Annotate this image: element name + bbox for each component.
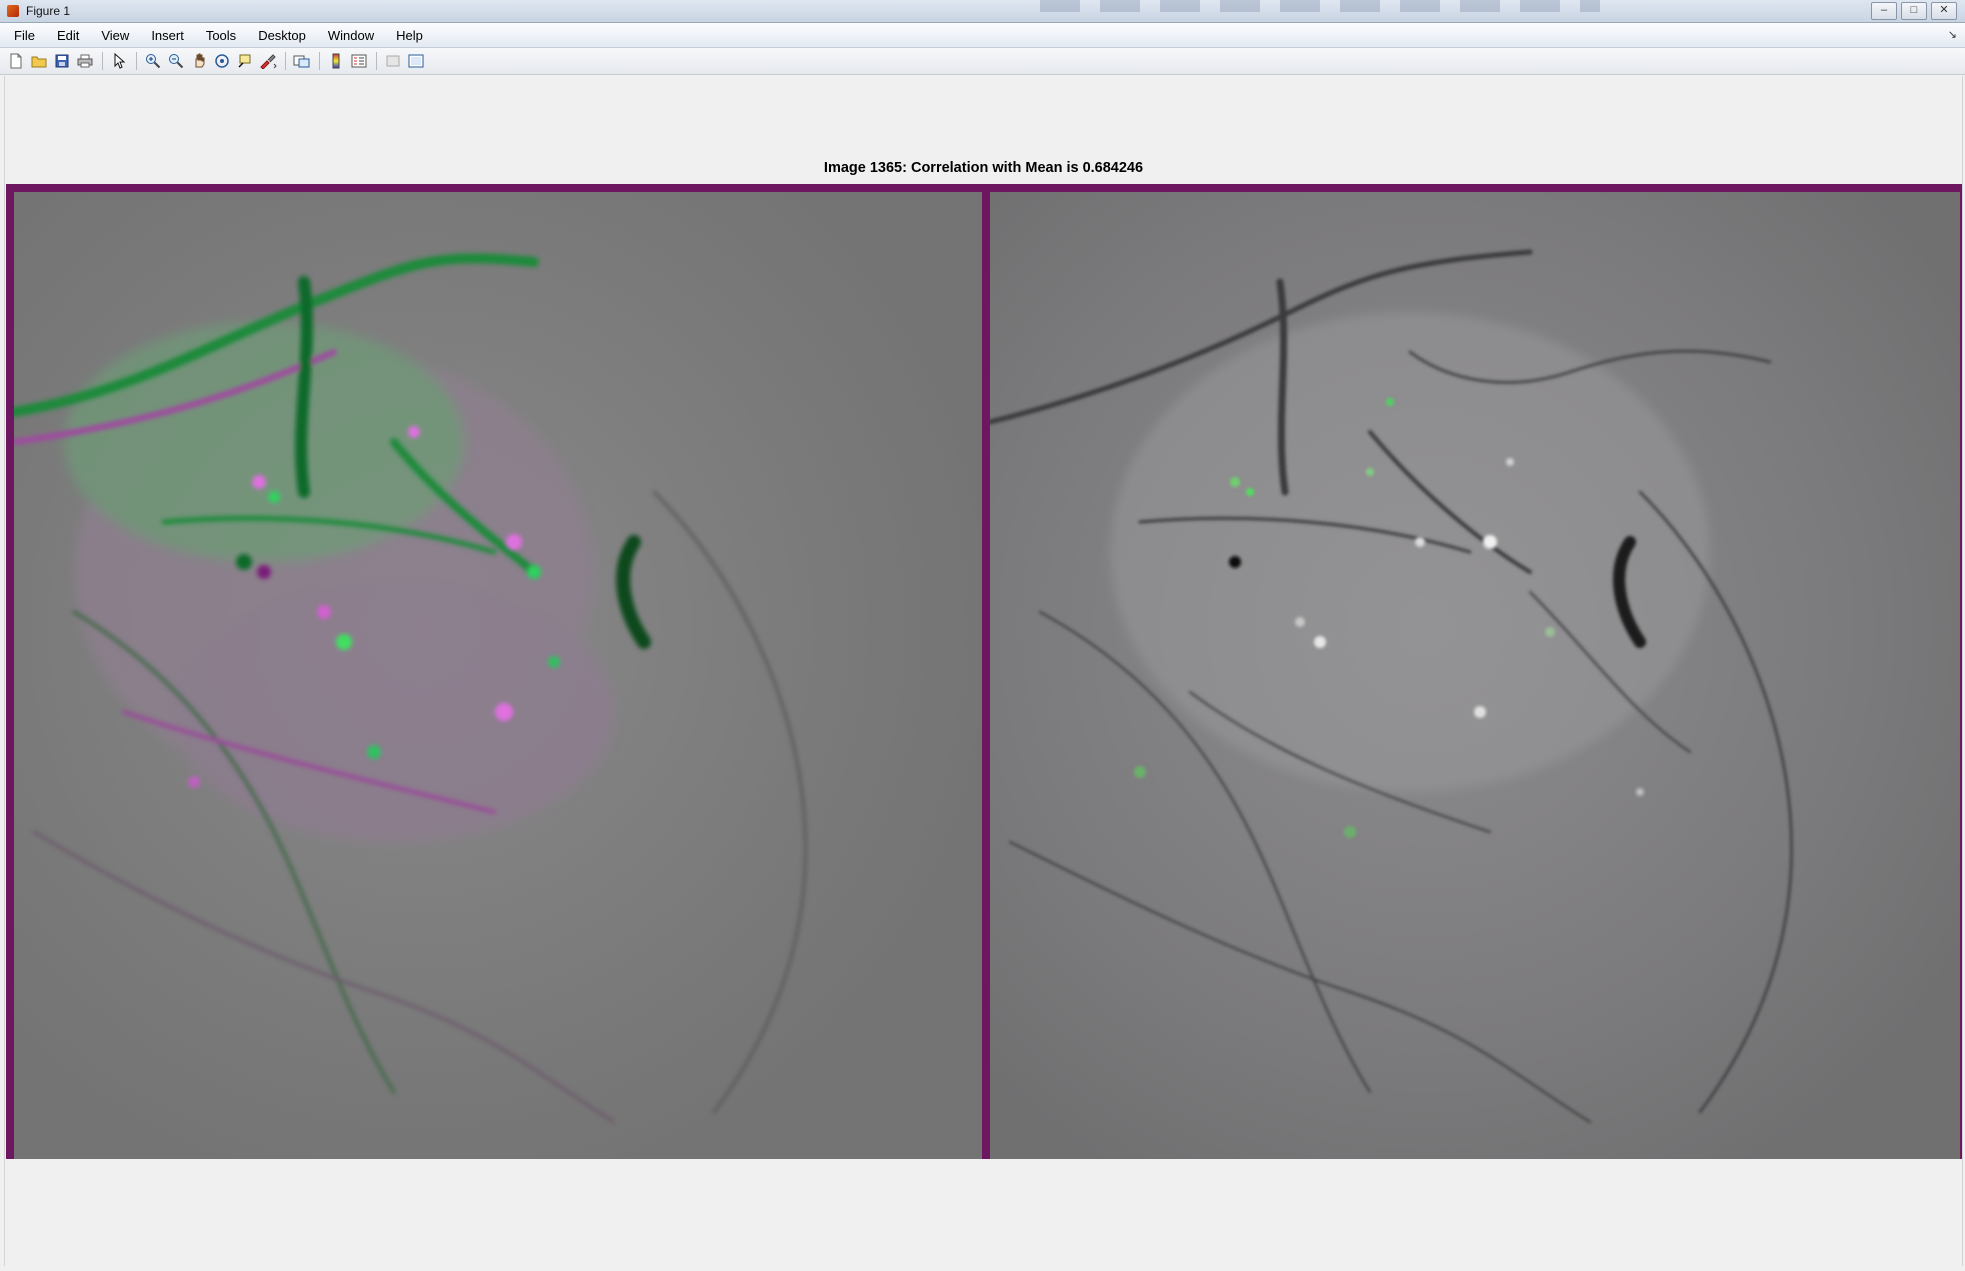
open-file-icon[interactable]	[29, 51, 49, 71]
menu-tools[interactable]: Tools	[194, 28, 246, 43]
menu-view[interactable]: View	[89, 28, 139, 43]
left-image-panel	[6, 184, 986, 1159]
figure-title: Image 1365: Correlation with Mean is 0.6…	[823, 160, 1144, 176]
right-image-panel	[982, 184, 1962, 1159]
menu-file[interactable]: File	[0, 28, 45, 43]
zoom-out-icon[interactable]	[166, 51, 186, 71]
minimize-button[interactable]: –	[1871, 2, 1897, 20]
edit-plot-icon[interactable]	[109, 51, 129, 71]
brush-icon[interactable]	[258, 51, 278, 71]
maximize-button[interactable]: □	[1901, 2, 1927, 20]
grayscale-image[interactable]	[990, 192, 1960, 1159]
data-cursor-icon[interactable]	[235, 51, 255, 71]
window-title: Figure 1	[26, 4, 71, 18]
figure-canvas: Image 1365: Correlation with Mean is 0.6…	[4, 76, 1963, 1266]
background-window-strip	[1040, 0, 1600, 12]
menu-insert[interactable]: Insert	[139, 28, 194, 43]
rotate-3d-icon[interactable]	[212, 51, 232, 71]
link-plot-icon[interactable]	[292, 51, 312, 71]
hide-plot-tools-icon[interactable]	[383, 51, 403, 71]
colorbar-icon[interactable]	[326, 51, 346, 71]
menu-desktop[interactable]: Desktop	[246, 28, 316, 43]
figure-toolbar	[0, 48, 1965, 75]
pan-icon[interactable]	[189, 51, 209, 71]
menu-bar: File Edit View Insert Tools Desktop Wind…	[0, 23, 1965, 48]
dock-arrow-icon[interactable]: ↘	[1948, 28, 1957, 41]
matlab-icon	[7, 5, 19, 17]
menu-help[interactable]: Help	[384, 28, 433, 43]
legend-icon[interactable]	[349, 51, 369, 71]
new-figure-icon[interactable]	[6, 51, 26, 71]
zoom-in-icon[interactable]	[143, 51, 163, 71]
close-button[interactable]: ✕	[1931, 2, 1957, 20]
save-icon[interactable]	[52, 51, 72, 71]
print-icon[interactable]	[75, 51, 95, 71]
menu-window[interactable]: Window	[316, 28, 384, 43]
window-title-bar: Figure 1 – □ ✕	[0, 0, 1965, 23]
menu-edit[interactable]: Edit	[45, 28, 89, 43]
show-plot-tools-icon[interactable]	[406, 51, 426, 71]
overlay-image[interactable]	[14, 192, 984, 1159]
